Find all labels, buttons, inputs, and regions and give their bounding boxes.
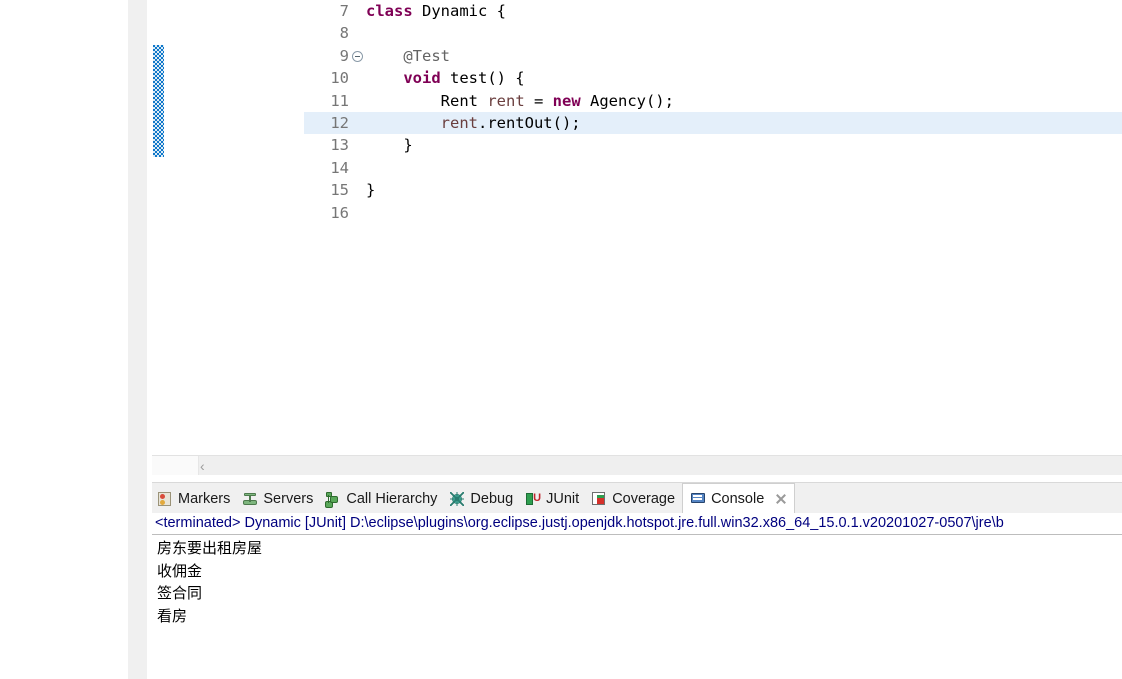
left-blank-area [0, 0, 128, 679]
tab-call-hierarchy[interactable]: Call Hierarchy [320, 484, 444, 513]
editor-horizontal-scrollbar[interactable]: ‹ [152, 455, 1122, 476]
left-view-scrollbar-track[interactable] [128, 0, 275, 679]
tab-label: Servers [263, 490, 314, 507]
coverage-icon [591, 491, 607, 507]
code-token: void [403, 69, 441, 88]
tab-label: Coverage [612, 490, 676, 507]
code-text: class Dynamic { [366, 0, 506, 22]
tab-label: Call Hierarchy [346, 490, 438, 507]
tab-coverage[interactable]: Coverage [586, 484, 682, 513]
console-output-line: 看房 [157, 606, 188, 625]
scroll-left-arrow-icon[interactable]: ‹ [200, 458, 205, 474]
code-token: = [524, 91, 553, 110]
line-number: 13 [330, 136, 349, 155]
console-output-line: 房东要出租房屋 [157, 539, 263, 557]
tab-label: Markers [178, 490, 231, 507]
code-token: } [366, 181, 376, 200]
markers-icon [157, 491, 173, 507]
debug-icon [449, 491, 465, 507]
tab-junit[interactable]: JUnit [520, 484, 586, 513]
code-line[interactable]: 8 [304, 22, 1122, 44]
code-token: } [366, 136, 413, 155]
line-number: 12 [330, 113, 349, 132]
close-icon[interactable] [775, 493, 787, 505]
scrollbar-corner [152, 456, 199, 475]
junit-icon [525, 491, 541, 507]
editor-bottom-edge [152, 475, 1122, 482]
line-number: 11 [330, 91, 349, 110]
code-text: } [366, 134, 413, 156]
console-process-header: <terminated> Dynamic [JUnit] D:\eclipse\… [152, 513, 1122, 535]
code-lines[interactable]: 7 class Dynamic {8 9 @Test 10 void test() {… [304, 0, 1122, 455]
line-number: 16 [330, 203, 349, 222]
code-token: class [366, 2, 422, 20]
servers-icon [242, 491, 258, 507]
console-icon [690, 491, 706, 507]
code-line[interactable]: 16 [304, 202, 1122, 224]
view-tab-bar[interactable]: Markers Servers Call Hierarchy Debug JUnit Co… [152, 482, 1122, 513]
code-text: } [366, 179, 375, 201]
code-line[interactable]: 14 [304, 157, 1122, 179]
code-line[interactable]: 12 rent.rentOut(); [304, 111, 1122, 135]
tab-debug[interactable]: Debug [444, 484, 520, 513]
eclipse-ide-window: 7 class Dynamic {8 9 @Test 10 void test() {… [0, 0, 1122, 679]
line-number: 9 [339, 46, 349, 65]
fold-collapse-icon[interactable] [352, 50, 363, 62]
code-token: new [552, 91, 581, 110]
tab-label: Debug [470, 490, 514, 507]
tab-servers[interactable]: Servers [237, 484, 320, 513]
editor-change-bar [153, 44, 164, 157]
code-token: rent [487, 91, 525, 110]
code-line[interactable]: 9 @Test [304, 45, 1122, 67]
code-token: @Test [366, 46, 450, 65]
code-line[interactable]: 15} [304, 179, 1122, 201]
line-number: 10 [330, 69, 349, 88]
console-output-line: 收佣金 [157, 561, 203, 580]
line-number: 7 [339, 2, 349, 20]
bottom-view-stack: Markers Servers Call Hierarchy Debug JUnit Co… [152, 482, 1122, 679]
tab-label: JUnit [546, 490, 580, 507]
code-text: void test() { [366, 67, 525, 89]
code-text: rent.rentOut(); [366, 112, 581, 134]
tab-console[interactable]: Console [682, 483, 796, 513]
code-text: Rent rent = new Agency(); [366, 90, 674, 112]
tab-markers[interactable]: Markers [152, 484, 237, 513]
call-hierarchy-icon [325, 491, 341, 507]
code-token: .rentOut(); [477, 113, 581, 132]
code-token: test() { [440, 69, 525, 88]
code-token: rent [440, 113, 478, 132]
code-line[interactable]: 11 Rent rent = new Agency(); [304, 90, 1122, 112]
code-token: Rent [366, 91, 488, 110]
console-output[interactable]: 房东要出租房屋 收佣金签合同看房 [152, 535, 1122, 627]
tab-label: Console [711, 490, 765, 507]
code-line[interactable]: 7 class Dynamic { [304, 0, 1122, 22]
code-text: @Test [366, 45, 450, 67]
line-number: 8 [339, 24, 349, 43]
code-line[interactable]: 13 } [304, 134, 1122, 156]
code-token: Agency(); [580, 91, 674, 110]
line-number: 15 [330, 181, 349, 200]
java-editor[interactable]: 7 class Dynamic {8 9 @Test 10 void test() {… [152, 0, 1122, 455]
line-number: 14 [330, 158, 349, 177]
code-token: Dynamic { [422, 2, 506, 20]
console-output-line: 签合同 [157, 584, 203, 602]
code-line[interactable]: 10 void test() { [304, 67, 1122, 89]
